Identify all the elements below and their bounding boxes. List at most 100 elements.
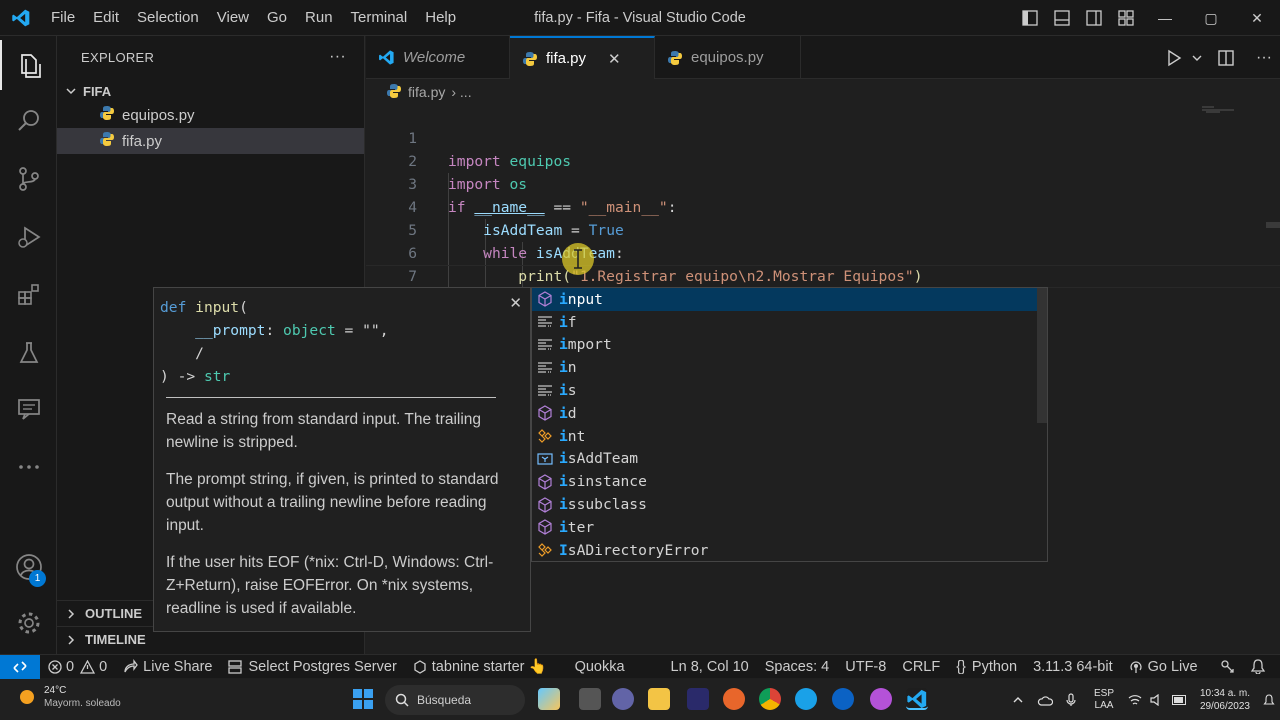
menu-run[interactable]: Run bbox=[296, 0, 342, 36]
run-debug-icon[interactable] bbox=[0, 212, 57, 262]
close-window-button[interactable]: ✕ bbox=[1234, 0, 1280, 36]
suggestion-match: i bbox=[559, 450, 568, 468]
breadcrumb-file[interactable]: fifa.py bbox=[408, 84, 445, 100]
minimize-button[interactable]: — bbox=[1142, 0, 1188, 36]
notification-center-icon[interactable] bbox=[1258, 693, 1280, 706]
remote-explorer-icon[interactable] bbox=[0, 384, 57, 434]
edge-dev-icon[interactable] bbox=[687, 688, 709, 710]
file-fifa-py[interactable]: fifa.py bbox=[57, 128, 364, 154]
teams-chat-icon[interactable] bbox=[612, 688, 634, 710]
widget-icon[interactable] bbox=[538, 688, 560, 710]
problems-indicator[interactable]: 0 0 bbox=[40, 659, 115, 675]
suggest-widget: i nput i f i mport i n i s i d i nt i sAddTeam i sinstanc… bbox=[531, 287, 1048, 562]
remote-indicator-icon[interactable] bbox=[0, 654, 40, 679]
suggestion-item[interactable]: i nput bbox=[532, 288, 1047, 311]
go-live-button[interactable]: Go Live bbox=[1121, 659, 1206, 675]
split-editor-icon[interactable] bbox=[1204, 49, 1248, 67]
menu-selection[interactable]: Selection bbox=[128, 0, 208, 36]
chrome-icon[interactable] bbox=[759, 688, 781, 710]
tab-close-button[interactable]: ✕ bbox=[608, 50, 621, 68]
search-icon[interactable] bbox=[0, 96, 57, 146]
source-control-icon[interactable] bbox=[0, 154, 57, 204]
feedback-icon[interactable] bbox=[1212, 659, 1243, 674]
tab-fifa-py[interactable]: fifa.py ✕ bbox=[510, 36, 655, 79]
menu-terminal[interactable]: Terminal bbox=[342, 0, 417, 36]
encoding[interactable]: UTF-8 bbox=[837, 659, 894, 675]
firefox-icon[interactable] bbox=[723, 688, 745, 710]
postgres-server-button[interactable]: Select Postgres Server bbox=[220, 659, 404, 675]
notifications-bell-icon[interactable] bbox=[1243, 659, 1273, 674]
toggle-panel-icon[interactable] bbox=[1046, 0, 1078, 36]
onedrive-cloud-icon[interactable] bbox=[1032, 694, 1058, 706]
input-language[interactable]: ESP LAA bbox=[1084, 688, 1124, 712]
menu-edit[interactable]: Edit bbox=[84, 0, 128, 36]
run-python-file-icon[interactable] bbox=[1158, 49, 1190, 67]
edge-icon[interactable] bbox=[795, 688, 817, 710]
weather-widget[interactable]: 24°C Mayorm. soleado bbox=[16, 684, 121, 710]
end-of-line[interactable]: CRLF bbox=[894, 659, 948, 675]
explorer-more-actions[interactable]: ··· bbox=[329, 48, 346, 66]
cursor-position[interactable]: Ln 8, Col 10 bbox=[663, 659, 757, 675]
suggestion-item[interactable]: in bbox=[532, 356, 1047, 379]
suggestion-item[interactable]: i sinstance bbox=[532, 470, 1047, 493]
file-explorer-icon[interactable] bbox=[648, 688, 670, 710]
more-views-icon[interactable] bbox=[0, 442, 57, 492]
quokka-button[interactable]: Quokka bbox=[567, 659, 633, 675]
editor-more-actions[interactable]: ··· bbox=[1248, 49, 1280, 67]
python-interpreter[interactable]: 3.11.3 64-bit bbox=[1025, 659, 1121, 675]
settings-gear-icon[interactable] bbox=[0, 598, 57, 648]
suggestion-item[interactable]: if bbox=[532, 311, 1047, 334]
cube-icon bbox=[536, 518, 554, 536]
maximize-button[interactable]: ▢ bbox=[1188, 0, 1234, 36]
taskbar-search[interactable]: Búsqueda bbox=[385, 685, 525, 715]
clock-time: 10:34 a. m. bbox=[1199, 687, 1250, 699]
close-hover-button[interactable]: ✕ bbox=[509, 294, 522, 312]
cube-icon bbox=[536, 290, 554, 308]
extensions-icon[interactable] bbox=[0, 270, 57, 320]
suggestion-item[interactable]: i sAddTeam bbox=[532, 448, 1047, 471]
suggestion-item[interactable]: i ter bbox=[532, 516, 1047, 539]
suggestion-rest: s bbox=[567, 382, 577, 400]
run-dropdown-chevron-icon[interactable] bbox=[1190, 52, 1204, 64]
wifi-icon[interactable] bbox=[1124, 694, 1146, 706]
tab-welcome[interactable]: Welcome bbox=[366, 36, 510, 79]
suggestion-item[interactable]: id bbox=[532, 402, 1047, 425]
vscode-taskbar-icon[interactable] bbox=[906, 688, 928, 710]
menu-help[interactable]: Help bbox=[416, 0, 465, 36]
explorer-icon[interactable] bbox=[0, 40, 57, 90]
volume-icon[interactable] bbox=[1146, 693, 1168, 706]
task-view-icon[interactable] bbox=[579, 688, 601, 710]
suggest-scrollbar[interactable] bbox=[1037, 288, 1047, 423]
tabnine-button[interactable]: tabnine starter 👆 bbox=[405, 658, 555, 675]
windows-start-icon[interactable] bbox=[353, 689, 373, 712]
menu-go[interactable]: Go bbox=[258, 0, 296, 36]
toggle-primary-sidebar-icon[interactable] bbox=[1014, 0, 1046, 36]
menu-file[interactable]: File bbox=[42, 0, 84, 36]
suggestion-item[interactable]: i mport bbox=[532, 334, 1047, 357]
scrollbar[interactable] bbox=[1266, 222, 1280, 228]
live-share-button[interactable]: Live Share bbox=[115, 659, 220, 675]
toggle-secondary-sidebar-icon[interactable] bbox=[1078, 0, 1110, 36]
breadcrumb-rest[interactable]: › ... bbox=[451, 84, 471, 100]
language-mode[interactable]: {} Python bbox=[948, 659, 1025, 675]
suggestion-item[interactable]: IsADirectoryError bbox=[532, 539, 1047, 562]
testing-icon[interactable] bbox=[0, 328, 57, 378]
firefox-alt-icon[interactable] bbox=[832, 688, 854, 710]
clock[interactable]: 10:34 a. m. 29/06/2023 bbox=[1192, 687, 1258, 713]
suggestion-match: I bbox=[559, 541, 568, 559]
minimap[interactable] bbox=[1200, 104, 1240, 116]
file-equipos-py[interactable]: equipos.py bbox=[57, 102, 364, 128]
menu-view[interactable]: View bbox=[208, 0, 258, 36]
indentation[interactable]: Spaces: 4 bbox=[757, 659, 838, 675]
messenger-icon[interactable] bbox=[870, 688, 892, 710]
battery-icon[interactable] bbox=[1168, 694, 1192, 705]
chevron-up-icon[interactable] bbox=[1004, 694, 1032, 706]
tab-equipos-py[interactable]: equipos.py bbox=[655, 36, 801, 79]
accounts-icon[interactable]: 1 bbox=[0, 542, 57, 592]
folder-fifa[interactable]: FIFA bbox=[57, 80, 364, 102]
microphone-icon[interactable] bbox=[1058, 692, 1084, 707]
suggestion-item[interactable]: i ssubclass bbox=[532, 493, 1047, 516]
suggestion-item[interactable]: is bbox=[532, 379, 1047, 402]
suggestion-item[interactable]: i nt bbox=[532, 425, 1047, 448]
customize-layout-icon[interactable] bbox=[1110, 0, 1142, 36]
